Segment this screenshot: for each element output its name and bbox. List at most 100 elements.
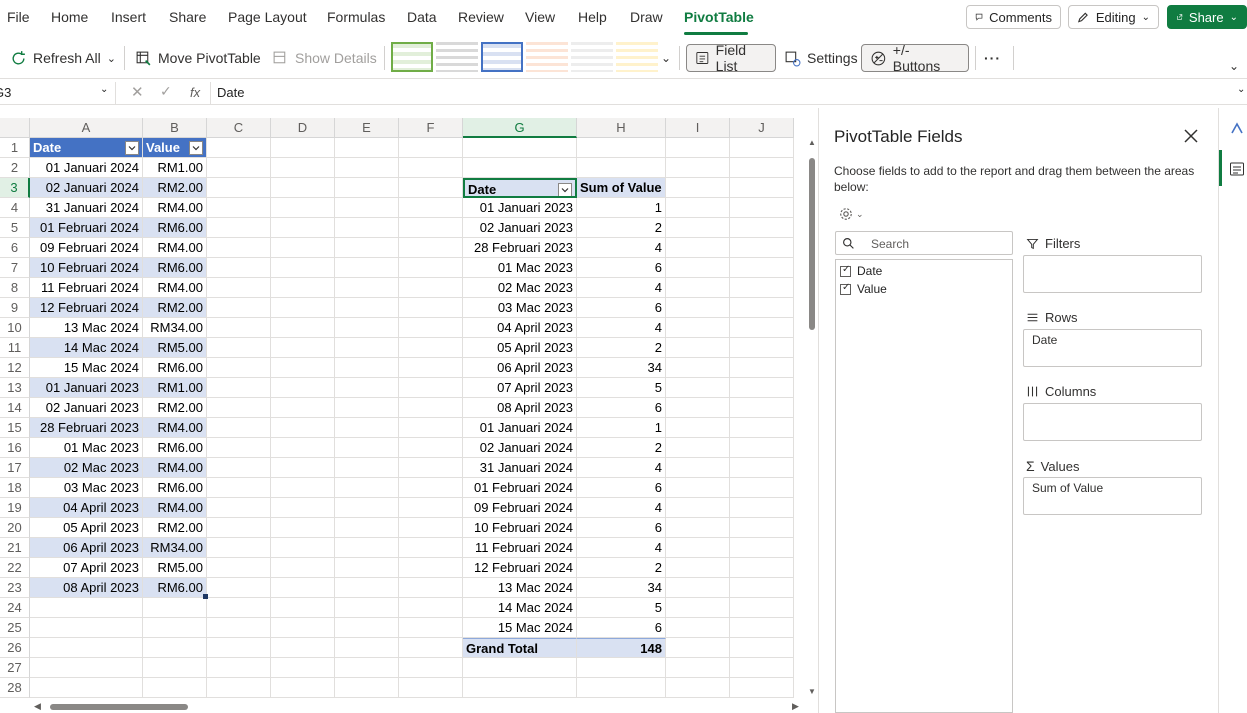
cell[interactable] — [666, 458, 730, 478]
table-cell-date[interactable]: 01 Februari 2024 — [30, 218, 143, 238]
pivot-row-label[interactable]: 03 Mac 2023 — [463, 298, 577, 318]
cell[interactable] — [730, 198, 794, 218]
cell[interactable] — [335, 638, 399, 658]
cell[interactable] — [399, 518, 463, 538]
row-header-18[interactable]: 18 — [0, 478, 30, 498]
pivot-style-thumbnail[interactable] — [616, 42, 658, 72]
field-item-value[interactable]: ✓ Value — [840, 282, 887, 296]
cell[interactable] — [399, 418, 463, 438]
table-cell-date[interactable]: 03 Mac 2023 — [30, 478, 143, 498]
column-header-d[interactable]: D — [271, 118, 335, 138]
cell[interactable] — [666, 178, 730, 198]
row-header-1[interactable]: 1 — [0, 138, 30, 158]
pivot-row-value[interactable]: 2 — [577, 438, 666, 458]
cell[interactable] — [335, 478, 399, 498]
pivot-row-label[interactable]: 12 Februari 2024 — [463, 558, 577, 578]
cell[interactable] — [666, 558, 730, 578]
cell[interactable] — [666, 478, 730, 498]
cell[interactable] — [207, 258, 271, 278]
table-cell-date[interactable]: 08 April 2023 — [30, 578, 143, 598]
cell[interactable] — [577, 658, 666, 678]
cell[interactable] — [335, 678, 399, 698]
cell[interactable] — [399, 278, 463, 298]
menu-review[interactable]: Review — [458, 9, 504, 25]
row-header-5[interactable]: 5 — [0, 218, 30, 238]
cell[interactable] — [335, 398, 399, 418]
pivot-row-label[interactable]: 02 Januari 2023 — [463, 218, 577, 238]
row-header-7[interactable]: 7 — [0, 258, 30, 278]
cell[interactable] — [271, 318, 335, 338]
pivot-row-label[interactable]: 13 Mac 2024 — [463, 578, 577, 598]
cell[interactable] — [666, 258, 730, 278]
table-cell-value[interactable]: RM6.00 — [143, 578, 207, 598]
cell[interactable] — [207, 298, 271, 318]
pivot-row-value[interactable]: 6 — [577, 518, 666, 538]
pivot-row-label[interactable]: 02 Mac 2023 — [463, 278, 577, 298]
cell[interactable] — [335, 318, 399, 338]
cell[interactable] — [730, 618, 794, 638]
pivot-row-label[interactable]: 01 Januari 2023 — [463, 198, 577, 218]
cell[interactable] — [207, 558, 271, 578]
table-resize-handle[interactable] — [203, 594, 208, 599]
cell[interactable] — [30, 598, 143, 618]
row-header-20[interactable]: 20 — [0, 518, 30, 538]
chevron-down-icon[interactable]: ⌄ — [1237, 84, 1245, 95]
column-header-f[interactable]: F — [399, 118, 463, 138]
pivot-row-value[interactable]: 6 — [577, 618, 666, 638]
horizontal-scroll-thumb[interactable] — [50, 704, 188, 710]
menu-page-layout[interactable]: Page Layout — [228, 9, 307, 25]
cell[interactable] — [666, 578, 730, 598]
pivot-row-label[interactable]: 15 Mac 2024 — [463, 618, 577, 638]
cell[interactable] — [335, 658, 399, 678]
cell[interactable] — [207, 678, 271, 698]
cell[interactable] — [666, 358, 730, 378]
cell[interactable] — [666, 638, 730, 658]
filter-dropdown-icon[interactable] — [125, 141, 139, 155]
table-cell-value[interactable]: RM4.00 — [143, 278, 207, 298]
pivot-row-label[interactable]: 04 April 2023 — [463, 318, 577, 338]
row-header-21[interactable]: 21 — [0, 538, 30, 558]
cell[interactable] — [207, 498, 271, 518]
field-list-icon[interactable] — [1229, 161, 1245, 177]
filter-dropdown-icon[interactable] — [189, 141, 203, 155]
table-cell-value[interactable]: RM4.00 — [143, 498, 207, 518]
row-header-12[interactable]: 12 — [0, 358, 30, 378]
cell[interactable] — [399, 558, 463, 578]
field-search-box[interactable]: Search — [835, 231, 1013, 255]
cell[interactable] — [730, 418, 794, 438]
scroll-up-icon[interactable]: ▲ — [808, 138, 816, 147]
cell[interactable] — [730, 238, 794, 258]
close-icon[interactable] — [1183, 128, 1199, 144]
pivot-row-label[interactable]: 14 Mac 2024 — [463, 598, 577, 618]
cell[interactable] — [399, 158, 463, 178]
cell[interactable] — [730, 438, 794, 458]
pivot-header-sum-of-value[interactable]: Sum of Value — [577, 178, 666, 198]
table-cell-value[interactable]: RM6.00 — [143, 218, 207, 238]
cell[interactable] — [271, 558, 335, 578]
cell[interactable] — [577, 138, 666, 158]
cell[interactable] — [730, 538, 794, 558]
cell[interactable] — [207, 398, 271, 418]
table-cell-date[interactable]: 01 Januari 2023 — [30, 378, 143, 398]
cell[interactable] — [335, 278, 399, 298]
cell[interactable] — [666, 498, 730, 518]
menu-pivottable[interactable]: PivotTable — [684, 9, 754, 25]
cell[interactable] — [207, 458, 271, 478]
row-header-15[interactable]: 15 — [0, 418, 30, 438]
pane-settings-button[interactable]: ⌄ — [839, 207, 864, 221]
cell[interactable] — [730, 638, 794, 658]
table-cell-date[interactable]: 04 April 2023 — [30, 498, 143, 518]
cell[interactable] — [207, 618, 271, 638]
cell[interactable] — [730, 578, 794, 598]
table-cell-value[interactable]: RM5.00 — [143, 558, 207, 578]
table-cell-date[interactable]: 11 Februari 2024 — [30, 278, 143, 298]
pivot-style-thumbnail[interactable] — [436, 42, 478, 72]
column-header-h[interactable]: H — [577, 118, 666, 138]
cell[interactable] — [666, 438, 730, 458]
cell[interactable] — [271, 398, 335, 418]
cell[interactable] — [271, 378, 335, 398]
table-cell-value[interactable]: RM6.00 — [143, 438, 207, 458]
pivot-style-thumbnail[interactable] — [526, 42, 568, 72]
menu-insert[interactable]: Insert — [111, 9, 146, 25]
cell[interactable] — [207, 638, 271, 658]
